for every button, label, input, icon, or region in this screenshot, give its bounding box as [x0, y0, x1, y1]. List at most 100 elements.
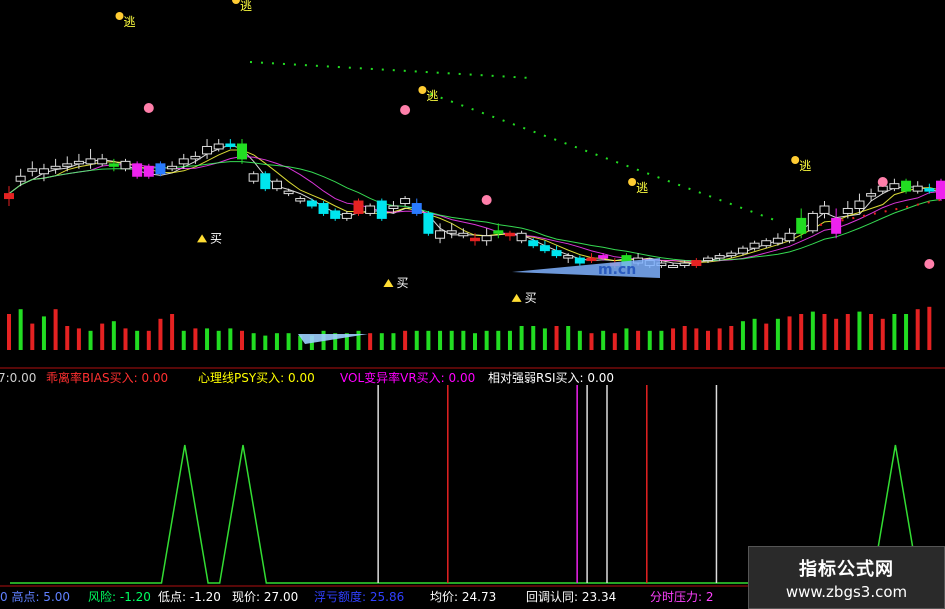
- candle-body: [586, 257, 597, 262]
- candle-body: [330, 210, 341, 219]
- flower-marker-icon: [481, 195, 492, 205]
- candle-body: [353, 200, 364, 214]
- volume-bar: [589, 333, 594, 350]
- candle-body: [27, 168, 38, 172]
- volume-bar: [263, 335, 268, 350]
- flower-marker-icon: [400, 105, 411, 115]
- candle-body: [772, 237, 783, 244]
- volume-bar: [368, 333, 373, 350]
- candle-body: [178, 158, 189, 165]
- candle-body: [411, 203, 422, 214]
- volume-bar: [18, 309, 23, 350]
- candle-body: [796, 217, 807, 234]
- volume-bar: [519, 326, 524, 350]
- volume-bar: [356, 330, 361, 350]
- candle-body: [819, 205, 830, 214]
- volume-bar: [845, 314, 850, 350]
- candle-body: [295, 198, 306, 202]
- volume-bar: [624, 328, 629, 350]
- escape-marker-icon: [115, 12, 124, 20]
- bottom-stat: 现价: 27.00: [232, 590, 298, 604]
- candle-body: [901, 180, 912, 192]
- escape-marker-icon: [418, 86, 427, 94]
- candle-body: [190, 155, 201, 160]
- candle-body: [15, 175, 26, 182]
- volume-bar: [158, 318, 163, 350]
- candle-body: [574, 257, 585, 264]
- candle-body: [784, 232, 795, 242]
- volume-bar: [706, 330, 710, 350]
- candle-body: [516, 232, 527, 242]
- candle-body: [504, 232, 515, 237]
- candle-body: [854, 200, 865, 209]
- candle-body: [213, 143, 224, 150]
- volume-bar: [473, 333, 477, 350]
- volume-bar: [170, 314, 175, 350]
- candle-body: [143, 165, 154, 177]
- candle-body: [167, 165, 178, 170]
- indicator-header-item: 7:0.00: [0, 371, 36, 385]
- candle-body: [423, 212, 434, 234]
- volume-bar: [379, 333, 384, 350]
- watermark-partial-text: m.cn: [598, 262, 636, 278]
- volume-bar: [496, 330, 501, 350]
- escape-label: 逃: [124, 15, 136, 29]
- candle-body: [889, 183, 900, 190]
- escape-label: 逃: [426, 89, 438, 103]
- candle-body: [271, 180, 282, 190]
- volume-bar: [915, 309, 920, 350]
- volume-bar: [274, 333, 279, 350]
- candle-body: [132, 163, 143, 177]
- candle-body: [749, 242, 760, 249]
- candle-body: [668, 265, 679, 269]
- watermark-title: 指标公式网: [799, 558, 894, 580]
- bottom-stat: 均价: 24.73: [430, 590, 496, 604]
- watermark-box: 指标公式网 www.zbgs3.com: [748, 546, 945, 609]
- candle-body: [73, 160, 84, 165]
- volume-bar: [927, 306, 932, 350]
- volume-bar: [205, 328, 210, 350]
- candle-body: [85, 158, 96, 165]
- candle-body: [691, 260, 702, 267]
- volume-bar: [251, 333, 256, 350]
- volume-bar: [414, 330, 419, 350]
- volume-bar: [88, 330, 93, 350]
- volume-bar: [30, 323, 35, 350]
- candle-body: [679, 262, 690, 267]
- indicator-header-item: 乖离率BIAS买入: 0.00: [46, 370, 168, 385]
- candle-body: [481, 235, 492, 242]
- candle-body: [365, 205, 376, 214]
- volume-bar: [869, 314, 874, 350]
- candle-body: [202, 145, 213, 155]
- volume-bar: [484, 330, 489, 350]
- volume-bar: [880, 318, 885, 350]
- volume-bar: [403, 330, 408, 350]
- volume-bar: [892, 314, 897, 350]
- candle-body: [435, 230, 446, 239]
- candle-body: [248, 173, 259, 182]
- candle-body: [388, 205, 399, 209]
- candle-body: [155, 163, 166, 175]
- volume-bar: [228, 328, 233, 350]
- candle-body: [446, 230, 457, 234]
- candle-body: [528, 240, 539, 247]
- candle-body: [400, 198, 411, 205]
- volume-bar: [729, 326, 734, 350]
- candle-body: [260, 173, 271, 190]
- volume-bar: [286, 333, 291, 350]
- volume-bar: [775, 318, 780, 350]
- volume-bar: [135, 330, 140, 350]
- candle-body: [120, 160, 131, 170]
- volume-bar: [76, 328, 81, 350]
- volume-bar: [554, 326, 559, 350]
- volume-bar: [740, 321, 745, 350]
- candle-body: [62, 163, 73, 167]
- volume-bar: [100, 323, 105, 350]
- candle-body: [866, 193, 877, 197]
- volume-bar: [566, 326, 571, 350]
- volume-bar: [647, 330, 652, 350]
- indicator-header-item: VOL变异率VR买入: 0.00: [340, 370, 475, 385]
- indicator-header-item: 相对强弱RSI买入: 0.00: [488, 371, 614, 385]
- candle-body: [598, 255, 609, 259]
- candle-body: [306, 200, 317, 207]
